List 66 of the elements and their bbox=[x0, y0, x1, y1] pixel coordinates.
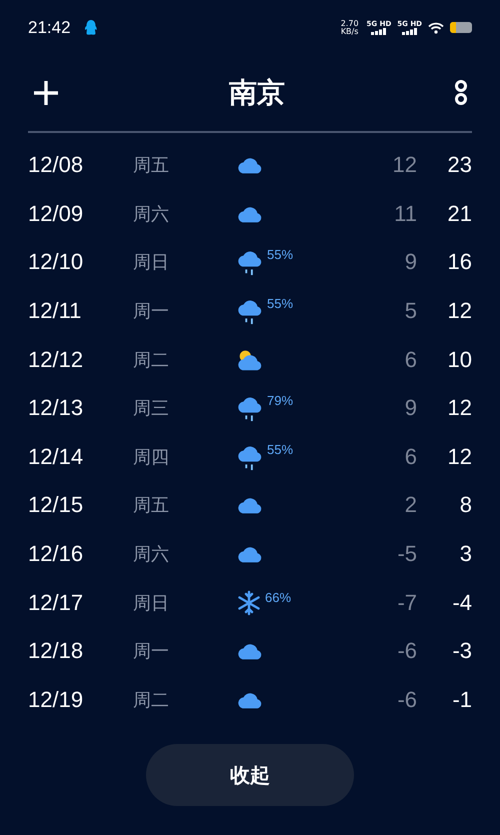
low-temperature: 5 bbox=[404, 298, 417, 324]
weekday: 周六 bbox=[133, 543, 170, 566]
wifi-icon bbox=[428, 22, 444, 34]
snowflake-icon bbox=[236, 590, 262, 616]
high-temperature: 12 bbox=[446, 395, 472, 422]
low-temperature: 9 bbox=[404, 249, 417, 276]
date: 12/19 bbox=[28, 686, 84, 713]
date: 12/17 bbox=[28, 590, 84, 616]
precipitation-chance: 79% bbox=[267, 393, 294, 408]
weekday: 周一 bbox=[133, 300, 170, 324]
low-temperature: 12 bbox=[392, 152, 417, 178]
date: 12/16 bbox=[28, 541, 84, 568]
date: 12/15 bbox=[28, 492, 84, 518]
date: 12/10 bbox=[28, 249, 84, 276]
weekday: 周二 bbox=[133, 348, 170, 372]
high-temperature: -3 bbox=[451, 638, 472, 664]
high-temperature: 23 bbox=[446, 152, 472, 178]
weekday: 周六 bbox=[133, 202, 170, 226]
date: 12/12 bbox=[28, 346, 84, 373]
high-temperature: -1 bbox=[451, 686, 472, 713]
weekday: 周二 bbox=[133, 688, 170, 712]
weekday: 周三 bbox=[133, 397, 170, 420]
low-temperature: 11 bbox=[393, 200, 417, 227]
date: 12/13 bbox=[28, 395, 84, 422]
date: 12/08 bbox=[28, 152, 84, 178]
network-speed: 2.70 bbox=[340, 20, 359, 28]
low-temperature: -6 bbox=[396, 638, 417, 664]
date: 12/18 bbox=[28, 638, 84, 664]
low-temperature: 6 bbox=[404, 346, 417, 373]
low-temperature: 6 bbox=[404, 444, 417, 470]
collapse-button[interactable]: 收起 bbox=[146, 744, 354, 806]
precipitation-chance: 55% bbox=[267, 296, 294, 312]
high-temperature: 8 bbox=[458, 492, 472, 518]
weekday: 周四 bbox=[133, 446, 170, 469]
weekday: 周一 bbox=[133, 640, 170, 664]
more-button[interactable] bbox=[454, 79, 468, 107]
clock-time: 21:42 bbox=[28, 18, 71, 38]
precipitation-chance: 55% bbox=[267, 247, 294, 262]
high-temperature: 21 bbox=[446, 200, 472, 227]
city-title: 南京 bbox=[229, 75, 285, 111]
low-temperature: -6 bbox=[396, 686, 417, 713]
low-temperature: -5 bbox=[396, 541, 417, 568]
low-temperature: -7 bbox=[396, 590, 417, 616]
weekday: 周日 bbox=[133, 251, 170, 274]
signal-icon bbox=[402, 28, 418, 35]
precipitation-chance: 66% bbox=[265, 590, 292, 605]
date: 12/14 bbox=[28, 444, 84, 470]
low-temperature: 2 bbox=[404, 492, 417, 518]
low-temperature: 9 bbox=[404, 395, 417, 422]
penguin-icon bbox=[84, 20, 97, 36]
high-temperature: 12 bbox=[446, 444, 472, 470]
high-temperature: -4 bbox=[451, 590, 472, 616]
weekday: 周日 bbox=[133, 592, 170, 615]
weekday: 周五 bbox=[133, 494, 170, 518]
speed-unit: KB/s bbox=[340, 28, 358, 36]
add-button[interactable] bbox=[32, 79, 60, 107]
signal-icon bbox=[370, 28, 387, 35]
precipitation-chance: 55% bbox=[267, 442, 294, 457]
high-temperature: 10 bbox=[446, 346, 472, 373]
weekday: 周五 bbox=[133, 154, 170, 178]
date: 12/09 bbox=[28, 200, 84, 227]
high-temperature: 3 bbox=[458, 541, 472, 568]
high-temperature: 12 bbox=[446, 298, 472, 324]
battery-icon bbox=[450, 22, 472, 33]
high-temperature: 16 bbox=[446, 249, 472, 276]
date: 12/11 bbox=[28, 298, 82, 324]
